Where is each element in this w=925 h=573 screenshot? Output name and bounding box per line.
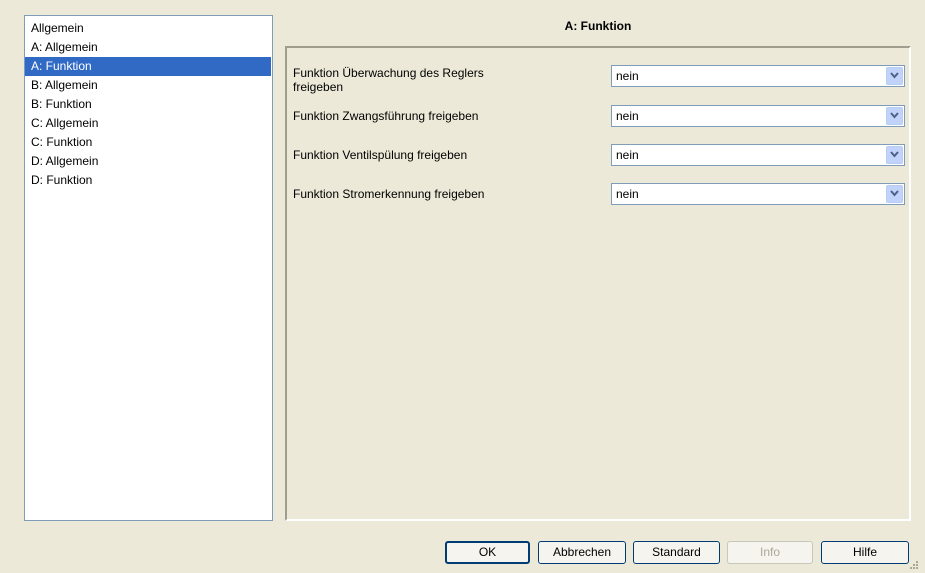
zwangsfuehrung-select[interactable]: nein — [611, 105, 905, 127]
standard-button[interactable]: Standard — [633, 541, 720, 564]
help-button[interactable]: Hilfe — [821, 541, 909, 564]
parameter-tree[interactable]: Allgemein A: Allgemein A: Funktion B: Al… — [24, 15, 273, 521]
ventilspuelung-select[interactable]: nein — [611, 144, 905, 166]
param-row-ventilspuelung: Funktion Ventilspülung freigeben nein — [287, 144, 909, 172]
tree-item-b-allgemein[interactable]: B: Allgemein — [25, 76, 271, 95]
tree-item-c-funktion[interactable]: C: Funktion — [25, 133, 271, 152]
param-label: Funktion Stromerkennung freigeben — [293, 187, 485, 201]
select-value: nein — [616, 69, 639, 83]
param-label: Funktion Zwangsführung freigeben — [293, 109, 479, 123]
tree-item-d-allgemein[interactable]: D: Allgemein — [25, 152, 271, 171]
page-title: A: Funktion — [564, 19, 632, 33]
select-value: nein — [616, 187, 639, 201]
param-row-stromerkennung: Funktion Stromerkennung freigeben nein — [287, 183, 909, 211]
dropdown-button[interactable] — [886, 146, 903, 164]
tree-item-b-funktion[interactable]: B: Funktion — [25, 95, 271, 114]
tree-item-c-allgemein[interactable]: C: Allgemein — [25, 114, 271, 133]
tree-item-a-allgemein[interactable]: A: Allgemein — [25, 38, 271, 57]
param-label: Funktion Ventilspülung freigeben — [293, 148, 468, 162]
tree-item-a-funktion[interactable]: A: Funktion — [25, 57, 271, 76]
info-button: Info — [727, 541, 813, 564]
chevron-down-icon — [890, 190, 899, 197]
ok-button[interactable]: OK — [445, 541, 530, 564]
ueberwachung-select[interactable]: nein — [611, 65, 905, 87]
select-value: nein — [616, 109, 639, 123]
param-row-zwangsfuehrung: Funktion Zwangsführung freigeben nein — [287, 105, 909, 133]
chevron-down-icon — [890, 151, 899, 158]
cancel-button[interactable]: Abbrechen — [538, 541, 626, 564]
param-label: Funktion Überwachung des Reglers freigeb… — [293, 66, 484, 94]
tree-item-allgemein[interactable]: Allgemein — [25, 19, 271, 38]
select-value: nein — [616, 148, 639, 162]
parameter-panel: Funktion Überwachung des Reglers freigeb… — [285, 46, 911, 521]
dropdown-button[interactable] — [886, 185, 903, 203]
dropdown-button[interactable] — [886, 67, 903, 85]
chevron-down-icon — [890, 72, 899, 79]
param-row-ueberwachung: Funktion Überwachung des Reglers freigeb… — [287, 65, 909, 94]
tree-item-d-funktion[interactable]: D: Funktion — [25, 171, 271, 190]
resize-grip-icon[interactable] — [909, 560, 919, 570]
chevron-down-icon — [890, 112, 899, 119]
dropdown-button[interactable] — [886, 107, 903, 125]
stromerkennung-select[interactable]: nein — [611, 183, 905, 205]
